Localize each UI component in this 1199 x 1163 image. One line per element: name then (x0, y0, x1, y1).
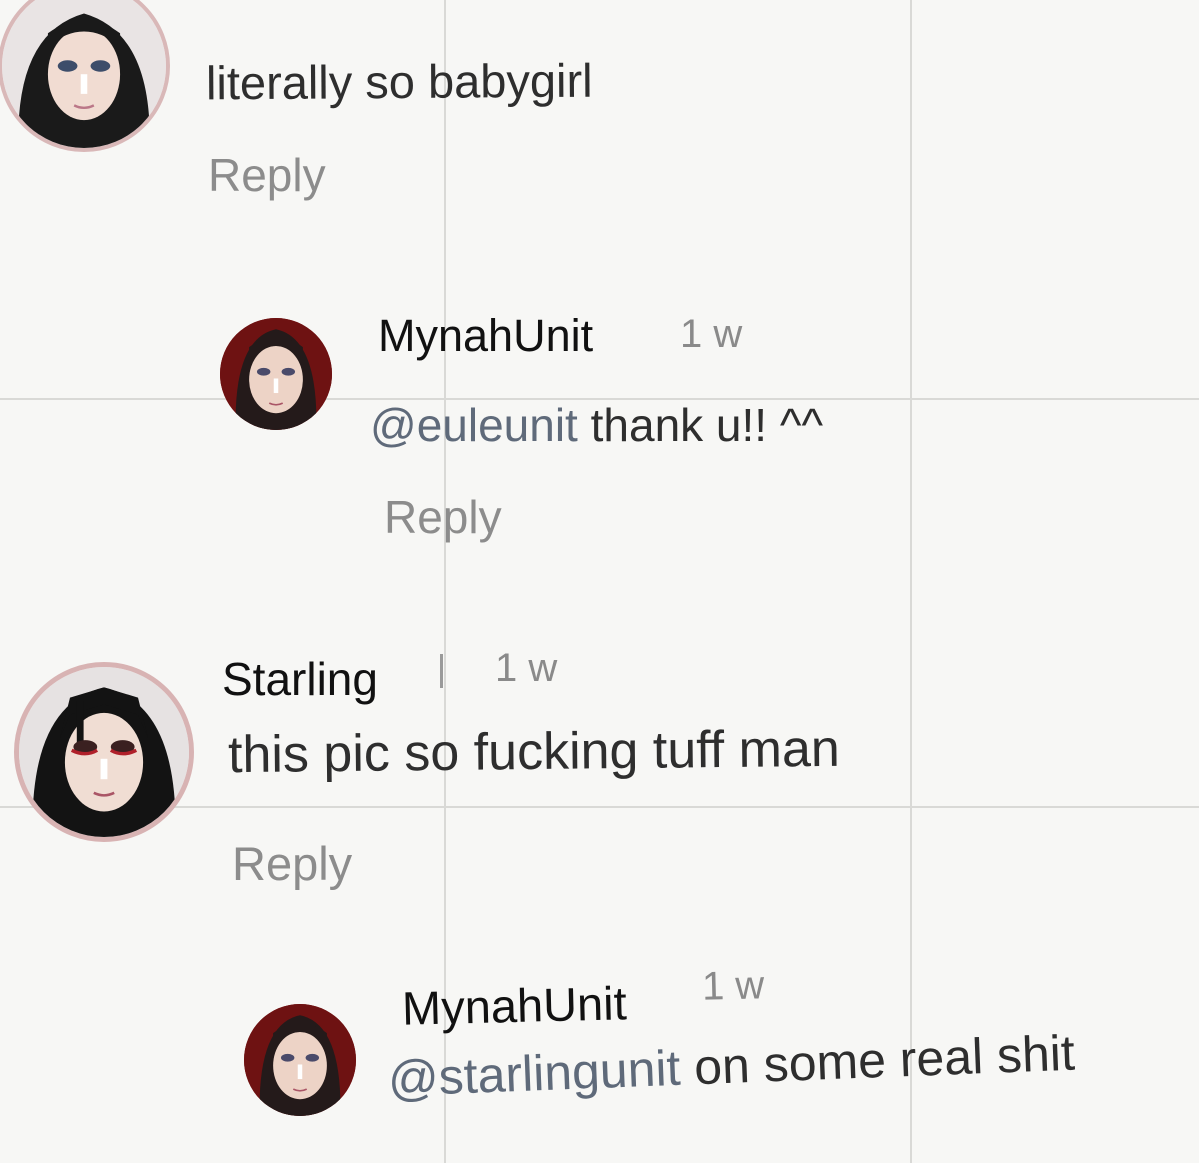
separator (440, 654, 443, 688)
comment-body: thank u!! ^^ (577, 399, 824, 451)
avatar-icon[interactable] (14, 662, 194, 842)
grid-line (0, 806, 1199, 808)
grid-line (910, 0, 912, 1163)
timestamp: 1 w (701, 963, 765, 1009)
timestamp: 1 w (680, 312, 743, 356)
comment-text: @starlingunit on some real shit (387, 1024, 1076, 1108)
timestamp: 1 w (495, 646, 558, 690)
comment-text: literally so babygirl (205, 53, 593, 110)
username[interactable]: MynahUnit (378, 310, 593, 362)
reply-button[interactable]: Reply (384, 490, 502, 544)
comment-body: on some real shit (679, 1024, 1076, 1096)
mention-link[interactable]: @euleunit (370, 399, 578, 451)
username[interactable]: Starling (222, 652, 378, 706)
avatar-icon[interactable] (0, 0, 170, 152)
comment-text: this pic so fucking tuff man (227, 719, 841, 785)
reply-button[interactable]: Reply (232, 836, 352, 891)
avatar-icon[interactable] (244, 1004, 356, 1116)
reply-button[interactable]: Reply (208, 148, 326, 202)
mention-link[interactable]: @starlingunit (387, 1040, 681, 1107)
username[interactable]: MynahUnit (401, 975, 627, 1035)
avatar-icon[interactable] (220, 318, 332, 430)
comment-text: @euleunit thank u!! ^^ (370, 398, 823, 452)
